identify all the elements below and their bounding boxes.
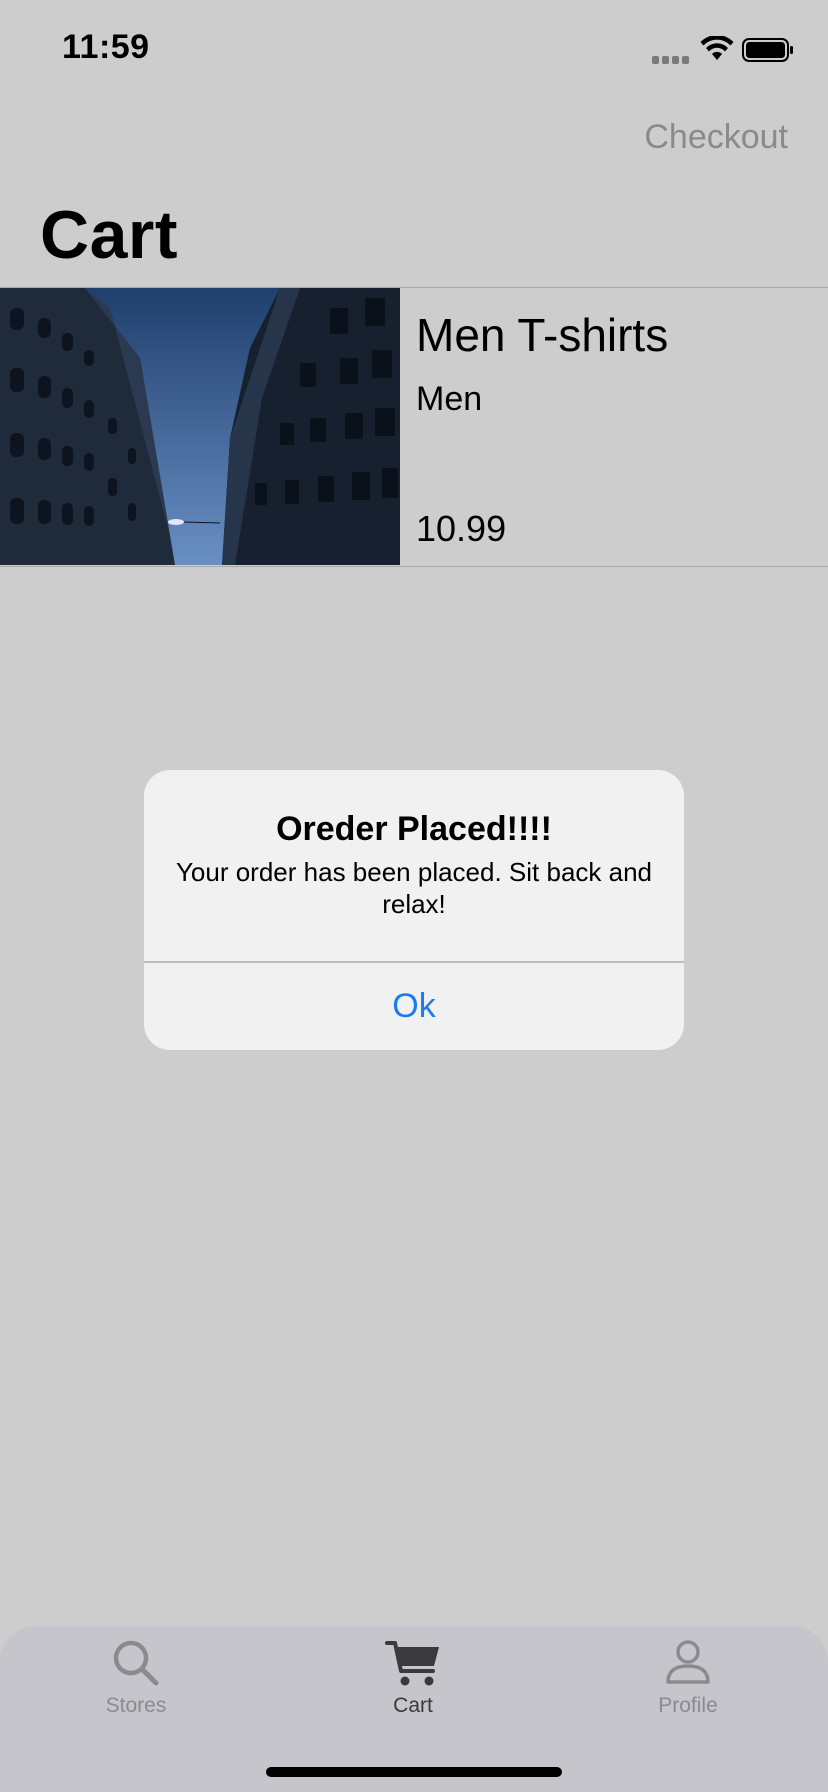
- status-bar: 11:59: [0, 0, 828, 100]
- tab-profile[interactable]: Profile: [588, 1638, 788, 1738]
- tab-cart[interactable]: Cart: [313, 1638, 513, 1738]
- person-icon: [666, 1640, 710, 1684]
- status-time: 11:59: [62, 28, 150, 66]
- page-title: Cart: [40, 197, 179, 273]
- tab-stores[interactable]: Stores: [36, 1638, 236, 1738]
- checkout-button[interactable]: Checkout: [644, 118, 788, 157]
- alert-ok-button[interactable]: Ok: [144, 962, 684, 1050]
- tab-label: Stores: [105, 1694, 167, 1717]
- alert-message: Your order has been placed. Sit back and…: [175, 857, 653, 919]
- home-indicator: [266, 1767, 562, 1777]
- cart-screen: 11:59 Checkout Cart Men T-shirts Men 10.…: [0, 0, 828, 1792]
- product-price: 10.99: [416, 508, 507, 549]
- product-image: [0, 288, 400, 565]
- cellular-signal-icon: [652, 50, 692, 64]
- wifi-icon: [700, 36, 734, 60]
- battery-icon: [742, 38, 793, 62]
- cart-icon: [385, 1641, 439, 1686]
- product-category: Men: [416, 380, 483, 418]
- order-placed-alert: Oreder Placed!!!! Your order has been pl…: [144, 770, 684, 1050]
- cart-item-row[interactable]: Men T-shirts Men 10.99: [0, 287, 828, 567]
- tab-label: Profile: [658, 1694, 718, 1717]
- tab-label: Cart: [393, 1694, 433, 1717]
- product-name: Men T-shirts: [416, 309, 669, 361]
- search-icon: [113, 1640, 159, 1686]
- alert-title: Oreder Placed!!!!: [276, 810, 552, 848]
